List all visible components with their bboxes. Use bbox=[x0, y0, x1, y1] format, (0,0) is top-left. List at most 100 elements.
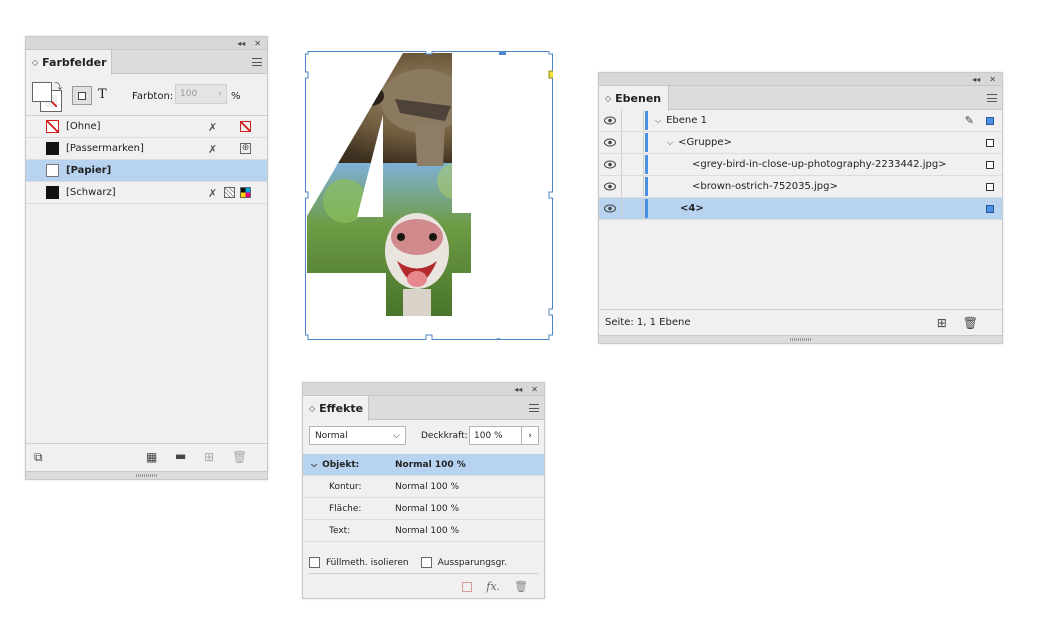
layer-label: <grey-bird-in-close-up-photography-22334… bbox=[692, 159, 947, 170]
layer-name: ⌵ Ebene 1 bbox=[655, 115, 707, 126]
panel-tab-row: ◇ Ebenen bbox=[599, 86, 1002, 111]
new-color-group-icon[interactable]: ▬ bbox=[175, 449, 186, 463]
effect-row-flaeche[interactable]: Fläche: Normal 100 % bbox=[303, 498, 544, 520]
object-select-square[interactable] bbox=[986, 161, 994, 169]
corner-option-handle[interactable] bbox=[548, 70, 553, 79]
formatting-text-button[interactable]: T bbox=[98, 87, 107, 102]
layer-name: ⌵ <Gruppe> bbox=[667, 137, 732, 148]
column-divider bbox=[621, 110, 622, 131]
knockout-group-checkbox[interactable]: Aussparungsgr. bbox=[420, 557, 507, 568]
layer-row-four[interactable]: <4> bbox=[599, 198, 1002, 220]
blend-mode-select[interactable]: Normal ⌵ bbox=[309, 426, 406, 445]
swatch-chip bbox=[46, 142, 59, 155]
expand-chevron-icon[interactable]: ⌵ bbox=[311, 460, 317, 469]
layer-color-bar bbox=[645, 199, 648, 218]
layer-row-grey-bird[interactable]: <grey-bird-in-close-up-photography-22334… bbox=[599, 154, 1002, 176]
blend-mode-value: Normal bbox=[315, 430, 348, 441]
no-color-icon bbox=[240, 121, 251, 132]
effect-row-value: Normal 100 % bbox=[395, 526, 460, 536]
swatch-row-papier[interactable]: [Papier] bbox=[26, 160, 267, 182]
tab-farbfelder[interactable]: ◇ Farbfelder bbox=[26, 50, 112, 75]
layers-panel: ◂◂ ✕ ◇ Ebenen ⌵ Ebene 1 ✎ ⌵ <Gruppe> <grey… bbox=[598, 72, 1003, 344]
selected-artwork[interactable]: o bbox=[305, 51, 553, 340]
layers-footer-icons: ⊞ 🗑 bbox=[937, 316, 978, 330]
new-swatch-icon[interactable]: ⊞ bbox=[204, 450, 214, 464]
tint-unit: % bbox=[231, 91, 241, 102]
pen-icon: ✎ bbox=[964, 114, 974, 127]
opacity-value: 100 % bbox=[474, 430, 503, 441]
close-icon[interactable]: ✕ bbox=[989, 75, 996, 84]
layer-row-brown-ostrich[interactable]: <brown-ostrich-752035.jpg> bbox=[599, 176, 1002, 198]
effect-row-label: Text: bbox=[329, 526, 351, 536]
checkbox-box[interactable] bbox=[420, 557, 432, 568]
expand-chevron-icon[interactable]: ◇ bbox=[605, 94, 611, 103]
checkbox-box[interactable] bbox=[309, 557, 320, 568]
swatch-row-ohne[interactable]: [Ohne] ✗ bbox=[26, 116, 267, 138]
collapse-icon[interactable]: ◂◂ bbox=[972, 75, 980, 84]
tab-effekte[interactable]: ◇ Effekte bbox=[303, 396, 369, 421]
effects-footer-icons: fx. 🗑 bbox=[462, 580, 528, 593]
opacity-arrow-icon[interactable]: › bbox=[521, 427, 538, 444]
column-divider bbox=[643, 176, 644, 197]
fill-swatch[interactable] bbox=[32, 82, 52, 102]
column-divider bbox=[643, 110, 644, 131]
tint-arrow-icon[interactable]: › bbox=[218, 89, 222, 99]
swatch-row-passermarken[interactable]: [Passermarken] ✗ ⊕ bbox=[26, 138, 267, 160]
close-icon[interactable]: ✕ bbox=[531, 385, 538, 394]
content-grabber-handle[interactable] bbox=[499, 51, 506, 55]
panel-menu-icon[interactable] bbox=[987, 94, 997, 102]
resize-grip[interactable] bbox=[599, 335, 1002, 343]
visibility-eye-icon[interactable] bbox=[604, 138, 616, 147]
effect-row-objekt[interactable]: ⌵ Objekt: Normal 100 % bbox=[303, 454, 544, 476]
column-divider bbox=[621, 132, 622, 153]
close-icon[interactable]: ✕ bbox=[254, 39, 261, 48]
expand-chevron-icon[interactable]: ◇ bbox=[32, 58, 38, 67]
visibility-eye-icon[interactable] bbox=[604, 160, 616, 169]
collapse-icon[interactable]: ◂◂ bbox=[237, 39, 245, 48]
tint-value: 100 bbox=[180, 89, 198, 99]
layer-label: Ebene 1 bbox=[666, 115, 707, 126]
formatting-container-button[interactable] bbox=[72, 86, 92, 105]
text-frame-port-icon[interactable]: o bbox=[494, 334, 502, 340]
resize-grip[interactable] bbox=[26, 471, 267, 479]
panel-menu-icon[interactable] bbox=[529, 404, 539, 412]
effect-row-kontur[interactable]: Kontur: Normal 100 % bbox=[303, 476, 544, 498]
panel-menu-icon[interactable] bbox=[252, 58, 262, 66]
layer-select-square[interactable] bbox=[986, 117, 994, 125]
panel-titlebar[interactable]: ◂◂ ✕ bbox=[599, 73, 1002, 86]
clear-effects-icon[interactable] bbox=[462, 581, 473, 592]
layer-row-gruppe[interactable]: ⌵ <Gruppe> bbox=[599, 132, 1002, 154]
object-select-square[interactable] bbox=[986, 183, 994, 191]
expand-chevron-icon[interactable]: ⌵ bbox=[655, 116, 661, 125]
delete-effect-icon[interactable]: 🗑 bbox=[514, 580, 528, 593]
visibility-eye-icon[interactable] bbox=[604, 204, 616, 213]
visibility-eye-icon[interactable] bbox=[604, 116, 616, 125]
layers-status-bar: Seite: 1, 1 Ebene ⊞ 🗑 bbox=[599, 309, 1002, 335]
effect-row-text[interactable]: Text: Normal 100 % bbox=[303, 520, 544, 542]
swatch-view-icon[interactable]: ▦ bbox=[146, 450, 157, 464]
effect-row-value: Normal 100 % bbox=[395, 504, 460, 514]
delete-layer-icon[interactable]: 🗑 bbox=[963, 316, 978, 330]
swap-fill-stroke-icon[interactable]: ⤵ bbox=[54, 81, 62, 92]
swatch-row-schwarz[interactable]: [Schwarz] ✗ bbox=[26, 182, 267, 204]
object-select-square[interactable] bbox=[986, 205, 994, 213]
layer-row-ebene1[interactable]: ⌵ Ebene 1 ✎ bbox=[599, 110, 1002, 132]
panel-titlebar[interactable]: ◂◂ ✕ bbox=[26, 37, 267, 50]
object-select-square[interactable] bbox=[986, 139, 994, 147]
delete-swatch-icon[interactable]: 🗑 bbox=[232, 450, 247, 464]
expand-chevron-icon[interactable]: ◇ bbox=[309, 404, 315, 413]
show-swatch-kinds-icon[interactable]: ⧉ bbox=[34, 450, 43, 465]
new-layer-icon[interactable]: ⊞ bbox=[937, 316, 947, 330]
opacity-field[interactable]: 100 % › bbox=[469, 426, 539, 445]
visibility-eye-icon[interactable] bbox=[604, 182, 616, 191]
tint-field[interactable]: 100 › bbox=[175, 84, 227, 104]
swatch-name: [Schwarz] bbox=[66, 187, 116, 198]
fx-button[interactable]: fx. bbox=[486, 580, 500, 593]
collapse-icon[interactable]: ◂◂ bbox=[514, 385, 522, 394]
fill-stroke-widget[interactable]: ⤵ bbox=[32, 82, 62, 112]
tab-ebenen[interactable]: ◇ Ebenen bbox=[599, 86, 669, 111]
expand-chevron-icon[interactable]: ⌵ bbox=[667, 138, 673, 147]
layer-color-bar bbox=[645, 133, 648, 152]
panel-titlebar[interactable]: ◂◂ ✕ bbox=[303, 383, 544, 396]
isolate-blending-checkbox[interactable]: Füllmeth. isolieren bbox=[309, 557, 409, 568]
